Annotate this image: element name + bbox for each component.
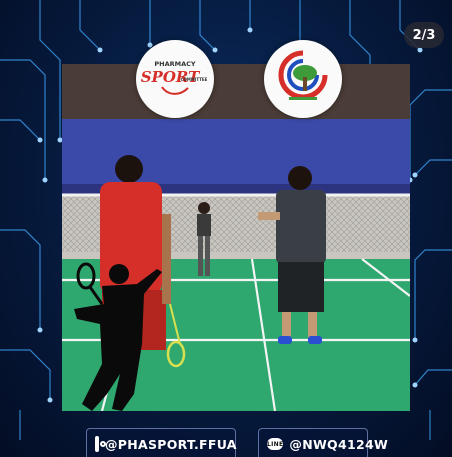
story-frame: PHARMACY SPORT COMMITTEE 2/3 @PHASPORT.F… xyxy=(0,0,452,457)
logo-left-top: PHARMACY xyxy=(154,60,196,68)
instagram-handle: @PHASPORT.FFUA xyxy=(105,436,237,452)
court-scene xyxy=(62,64,410,411)
instagram-icon xyxy=(95,436,106,452)
line-handle-box[interactable]: LINE @NWQ4124W xyxy=(258,428,388,457)
line-handle: @NWQ4124W xyxy=(289,436,389,452)
instagram-handle-box[interactable]: @PHASPORT.FFUA xyxy=(86,428,236,457)
pharmacy-sport-logo: PHARMACY SPORT COMMITTEE xyxy=(136,40,214,118)
page-counter-badge: 2/3 xyxy=(404,22,444,48)
faculty-emblem-logo xyxy=(264,40,342,118)
line-icon: LINE xyxy=(267,438,284,450)
badminton-photo xyxy=(62,64,410,411)
logo-left-sub: COMMITTEE xyxy=(181,77,208,82)
